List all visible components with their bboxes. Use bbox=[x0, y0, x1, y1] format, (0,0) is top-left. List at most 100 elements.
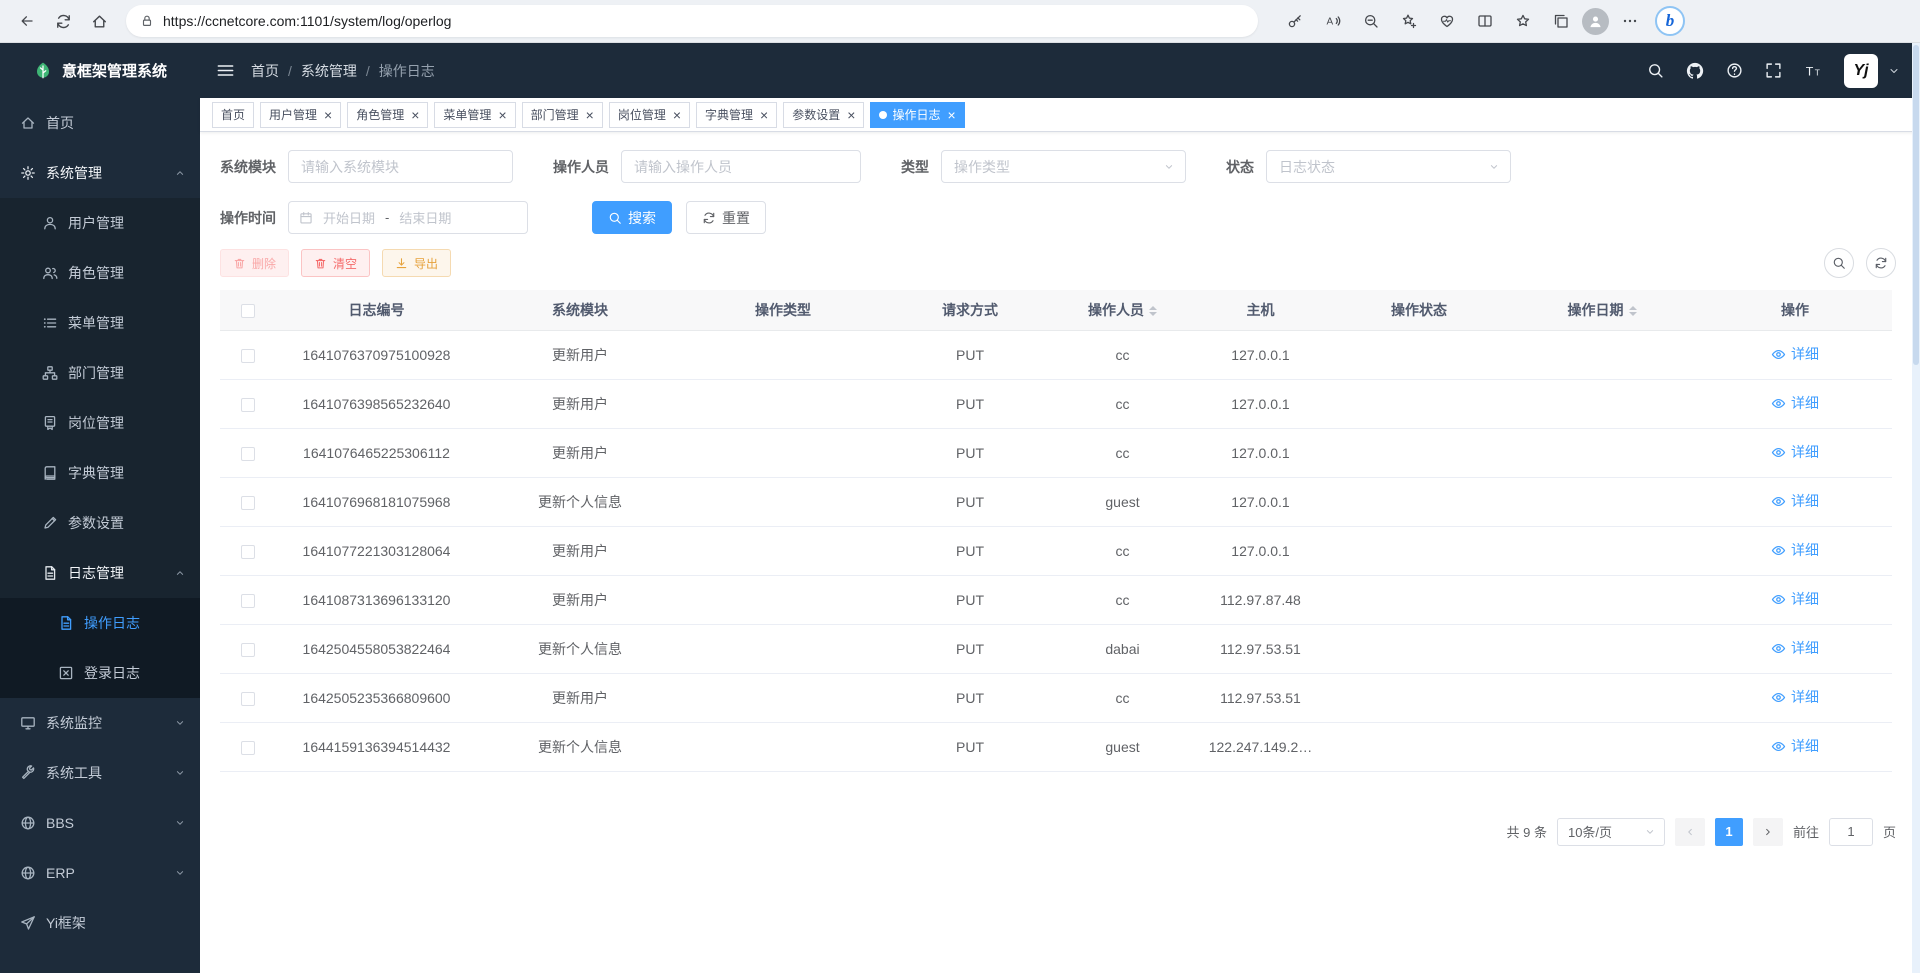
sidebar-item-home[interactable]: 首页 bbox=[0, 98, 200, 148]
avatar-caret-icon[interactable] bbox=[1888, 65, 1900, 77]
page-number-1[interactable]: 1 bbox=[1715, 818, 1743, 846]
sidebar-item-system-mgmt[interactable]: 系统管理 bbox=[0, 148, 200, 198]
sidebar-item-dept-mgmt[interactable]: 部门管理 bbox=[0, 348, 200, 398]
detail-link[interactable]: 详细 bbox=[1771, 736, 1819, 756]
clear-button[interactable]: 清空 bbox=[301, 249, 370, 277]
help-icon[interactable] bbox=[1726, 62, 1743, 79]
column-header-date[interactable]: 操作日期 bbox=[1506, 290, 1698, 330]
sidebar-item-bbs[interactable]: BBS bbox=[0, 798, 200, 848]
zoom-icon[interactable] bbox=[1354, 4, 1388, 38]
reset-button[interactable]: 重置 bbox=[686, 201, 766, 234]
hamburger-icon[interactable] bbox=[216, 61, 235, 80]
prev-page-button[interactable] bbox=[1675, 818, 1705, 846]
delete-button[interactable]: 删除 bbox=[220, 249, 289, 277]
sidebar-item-yi-framework[interactable]: Yi框架 bbox=[0, 898, 200, 948]
detail-link[interactable]: 详细 bbox=[1771, 589, 1819, 609]
header-search-icon[interactable] bbox=[1647, 62, 1664, 79]
type-select[interactable]: 操作类型 bbox=[941, 150, 1186, 183]
tab-dept-mgmt[interactable]: 部门管理× bbox=[522, 102, 603, 128]
sidebar-item-post-mgmt[interactable]: 岗位管理 bbox=[0, 398, 200, 448]
sidebar-item-dict-mgmt[interactable]: 字典管理 bbox=[0, 448, 200, 498]
close-icon[interactable]: × bbox=[947, 108, 955, 122]
row-checkbox[interactable] bbox=[241, 496, 255, 510]
tab-menu-mgmt[interactable]: 菜单管理× bbox=[434, 102, 515, 128]
refresh-page-icon[interactable] bbox=[46, 4, 80, 38]
close-icon[interactable]: × bbox=[498, 108, 506, 122]
row-checkbox[interactable] bbox=[241, 447, 255, 461]
favorites-icon[interactable] bbox=[1506, 4, 1540, 38]
next-page-button[interactable] bbox=[1753, 818, 1783, 846]
row-checkbox[interactable] bbox=[241, 692, 255, 706]
operator-input[interactable] bbox=[621, 150, 861, 183]
sidebar-item-system-tools[interactable]: 系统工具 bbox=[0, 748, 200, 798]
module-input[interactable] bbox=[288, 150, 513, 183]
sort-caret-icon[interactable] bbox=[1629, 302, 1637, 320]
fullscreen-icon[interactable] bbox=[1765, 62, 1782, 79]
breadcrumb-item[interactable]: 首页 bbox=[251, 61, 279, 81]
tab-param-settings[interactable]: 参数设置× bbox=[783, 102, 864, 128]
bing-icon[interactable]: b bbox=[1655, 6, 1685, 36]
close-icon[interactable]: × bbox=[760, 108, 768, 122]
sidebar-item-log-mgmt[interactable]: 日志管理 bbox=[0, 548, 200, 598]
column-header-operator[interactable]: 操作人员 bbox=[1056, 290, 1189, 330]
row-checkbox[interactable] bbox=[241, 741, 255, 755]
close-icon[interactable]: × bbox=[586, 108, 594, 122]
close-icon[interactable]: × bbox=[324, 108, 332, 122]
row-checkbox[interactable] bbox=[241, 643, 255, 657]
close-icon[interactable]: × bbox=[411, 108, 419, 122]
browser-home-icon[interactable] bbox=[82, 4, 116, 38]
address-bar[interactable]: https://ccnetcore.com:1101/system/log/op… bbox=[126, 5, 1258, 37]
tab-home[interactable]: 首页 bbox=[212, 102, 254, 128]
browser-profile-avatar[interactable] bbox=[1582, 8, 1609, 35]
detail-link[interactable]: 详细 bbox=[1771, 344, 1819, 364]
detail-link[interactable]: 详细 bbox=[1771, 638, 1819, 658]
sidebar-item-erp[interactable]: ERP bbox=[0, 848, 200, 898]
row-checkbox[interactable] bbox=[241, 349, 255, 363]
read-aloud-icon[interactable]: A bbox=[1316, 4, 1350, 38]
back-icon[interactable] bbox=[10, 4, 44, 38]
detail-link[interactable]: 详细 bbox=[1771, 540, 1819, 560]
status-select[interactable]: 日志状态 bbox=[1266, 150, 1511, 183]
row-checkbox[interactable] bbox=[241, 545, 255, 559]
scrollbar-thumb[interactable] bbox=[1913, 45, 1919, 365]
date-range-picker[interactable]: 开始日期 - 结束日期 bbox=[288, 201, 528, 234]
page-size-select[interactable]: 10条/页 bbox=[1557, 818, 1665, 846]
tab-role-mgmt[interactable]: 角色管理× bbox=[347, 102, 428, 128]
refresh-table-button[interactable] bbox=[1866, 248, 1896, 278]
tab-dict-mgmt[interactable]: 字典管理× bbox=[696, 102, 777, 128]
user-avatar[interactable]: Yj bbox=[1844, 54, 1878, 88]
detail-link[interactable]: 详细 bbox=[1771, 687, 1819, 707]
font-size-icon[interactable]: TT bbox=[1804, 62, 1822, 80]
tab-oper-log[interactable]: 操作日志× bbox=[870, 102, 964, 128]
sidebar-item-system-monitor[interactable]: 系统监控 bbox=[0, 698, 200, 748]
close-icon[interactable]: × bbox=[673, 108, 681, 122]
browser-essentials-icon[interactable] bbox=[1430, 4, 1464, 38]
add-favorite-icon[interactable] bbox=[1392, 4, 1426, 38]
tab-user-mgmt[interactable]: 用户管理× bbox=[260, 102, 341, 128]
sidebar-item-user-mgmt[interactable]: 用户管理 bbox=[0, 198, 200, 248]
select-all-checkbox[interactable] bbox=[241, 304, 255, 318]
sidebar-item-menu-mgmt[interactable]: 菜单管理 bbox=[0, 298, 200, 348]
collections-icon[interactable] bbox=[1544, 4, 1578, 38]
more-menu-icon[interactable] bbox=[1613, 4, 1647, 38]
browser-scrollbar[interactable] bbox=[1912, 43, 1920, 973]
tab-post-mgmt[interactable]: 岗位管理× bbox=[609, 102, 690, 128]
row-checkbox[interactable] bbox=[241, 398, 255, 412]
detail-link[interactable]: 详细 bbox=[1771, 442, 1819, 462]
detail-link[interactable]: 详细 bbox=[1771, 491, 1819, 511]
close-icon[interactable]: × bbox=[847, 108, 855, 122]
detail-link[interactable]: 详细 bbox=[1771, 393, 1819, 413]
sidebar-item-login-log[interactable]: 登录日志 bbox=[0, 648, 200, 698]
goto-page-input[interactable] bbox=[1829, 818, 1873, 846]
row-checkbox[interactable] bbox=[241, 594, 255, 608]
sidebar-item-role-mgmt[interactable]: 角色管理 bbox=[0, 248, 200, 298]
split-screen-icon[interactable] bbox=[1468, 4, 1502, 38]
breadcrumb-item[interactable]: 系统管理 bbox=[301, 61, 357, 81]
sort-caret-icon[interactable] bbox=[1149, 302, 1157, 320]
toggle-search-button[interactable] bbox=[1824, 248, 1854, 278]
password-key-icon[interactable] bbox=[1278, 4, 1312, 38]
search-button[interactable]: 搜索 bbox=[592, 201, 672, 234]
github-icon[interactable] bbox=[1686, 62, 1704, 80]
export-button[interactable]: 导出 bbox=[382, 249, 451, 277]
sidebar-item-param-settings[interactable]: 参数设置 bbox=[0, 498, 200, 548]
